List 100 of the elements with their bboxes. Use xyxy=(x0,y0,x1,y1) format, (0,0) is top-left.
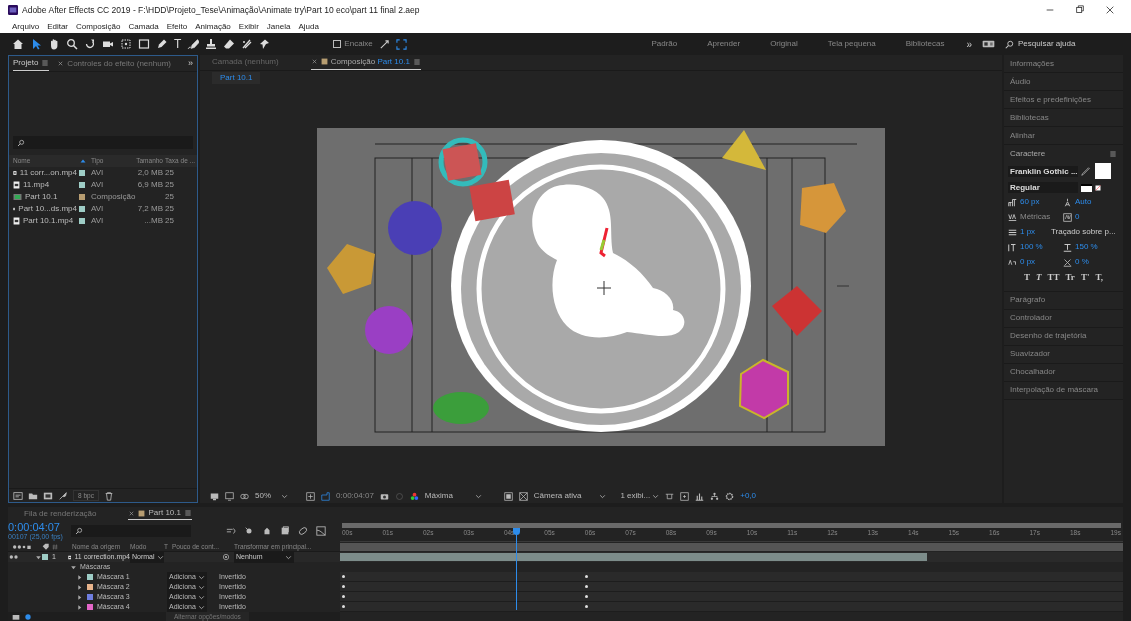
mask-color-swatch[interactable] xyxy=(87,594,93,600)
region-icon[interactable] xyxy=(321,491,330,501)
mask-color-swatch[interactable] xyxy=(87,584,93,590)
panel-tab[interactable]: Controles do efeito (nenhum) xyxy=(57,57,171,70)
workspace-tab[interactable]: Original xyxy=(758,38,810,50)
current-time-display[interactable]: 0:00:04:07 xyxy=(8,522,63,533)
grid-icon[interactable] xyxy=(306,491,315,501)
disclosure-triangle-icon[interactable] xyxy=(70,563,77,571)
close-icon[interactable] xyxy=(1105,5,1115,15)
flowchart-icon[interactable] xyxy=(58,490,68,501)
interpret-footage-icon[interactable] xyxy=(13,490,23,501)
menu-item[interactable]: Composição xyxy=(76,20,121,33)
panel-tab[interactable]: Part 10.1 xyxy=(128,507,192,520)
panel-header[interactable]: Caractere xyxy=(1010,148,1109,160)
playhead-handle[interactable] xyxy=(513,528,521,535)
file-name[interactable]: 11 corr...on.mp4 xyxy=(19,167,77,179)
file-name[interactable]: Part 10...ds.mp4 xyxy=(18,203,77,215)
workspace-layout-icon[interactable] xyxy=(982,39,995,49)
zoom-dropdown[interactable]: 50% xyxy=(255,490,300,502)
draft-3d-icon[interactable] xyxy=(244,526,254,536)
vertical-scale-field[interactable]: 100 % xyxy=(1020,241,1043,253)
menu-item[interactable]: Janela xyxy=(266,20,291,33)
mask-color-swatch[interactable] xyxy=(87,574,93,580)
tracking-field[interactable]: 0 xyxy=(1075,211,1080,223)
panel-tab[interactable]: Fila de renderização xyxy=(24,507,97,520)
menu-item[interactable]: Efeito xyxy=(166,20,188,33)
label-color-swatch[interactable] xyxy=(79,170,85,176)
fast-preview-icon[interactable] xyxy=(665,491,675,501)
font-size-field[interactable]: 60 px xyxy=(1020,196,1040,208)
panel-header[interactable]: Informações xyxy=(1004,55,1123,73)
rotate-icon[interactable] xyxy=(84,38,96,50)
region-of-interest-icon[interactable] xyxy=(503,491,513,501)
transparency-grid-icon[interactable] xyxy=(518,491,528,501)
restore-icon[interactable] xyxy=(1075,5,1085,15)
panel-header[interactable]: Parágrafo xyxy=(1004,291,1123,310)
workspace-tab[interactable]: Tela pequena xyxy=(815,38,888,50)
panel-header[interactable]: Bibliotecas xyxy=(1004,109,1123,127)
motion-blur-icon[interactable] xyxy=(298,526,308,536)
text-style-button[interactable]: Tr xyxy=(1065,271,1075,285)
panel-header[interactable]: Desenho de trajetória xyxy=(1004,327,1123,346)
pick-whip-icon[interactable] xyxy=(222,553,230,562)
menu-item[interactable]: Camada xyxy=(128,20,159,33)
timeline-icon[interactable] xyxy=(680,491,690,501)
horizontal-scale-field[interactable]: 150 % xyxy=(1075,241,1098,253)
eyedropper-icon[interactable] xyxy=(1081,166,1090,176)
panel-header[interactable]: Controlador xyxy=(1004,309,1123,328)
comp-icon[interactable] xyxy=(12,613,20,621)
keyframe-icon[interactable] xyxy=(585,575,588,578)
kerning-field[interactable]: Métricas xyxy=(1020,211,1051,223)
menu-item[interactable]: Animação xyxy=(195,20,231,33)
visibility-icon[interactable] xyxy=(8,553,20,562)
keyframe-icon[interactable] xyxy=(585,585,588,588)
text-style-button[interactable]: TT xyxy=(1047,271,1060,285)
current-time-display[interactable]: 0:00:04:07 xyxy=(336,490,374,502)
label-color-swatch[interactable] xyxy=(79,182,85,188)
text-style-button[interactable]: T' xyxy=(1080,271,1090,285)
text-style-button[interactable]: T xyxy=(1024,271,1030,285)
views-dropdown[interactable]: 1 exibi... xyxy=(620,490,660,502)
file-name[interactable]: Part 10.1 xyxy=(25,191,58,203)
file-name[interactable]: 11.mp4 xyxy=(23,179,50,191)
preview-icon[interactable] xyxy=(225,491,234,501)
fit-icon[interactable] xyxy=(395,38,407,50)
menu-item[interactable]: Editar xyxy=(47,20,69,33)
panel-header[interactable]: Interpolação de máscara xyxy=(1004,381,1123,400)
zoom-icon[interactable] xyxy=(66,38,78,50)
effects-icon[interactable] xyxy=(24,613,32,621)
shy-layers-icon[interactable] xyxy=(262,526,272,536)
comp-mini-flowchart-icon[interactable] xyxy=(226,526,236,536)
home-icon[interactable] xyxy=(12,38,24,50)
new-composition-icon[interactable] xyxy=(43,490,53,501)
panel-header[interactable]: Suavizador xyxy=(1004,345,1123,364)
snapshot-icon[interactable] xyxy=(379,491,389,501)
channels-icon[interactable] xyxy=(409,491,419,501)
help-search-field[interactable]: Pesquisar ajuda xyxy=(1018,38,1115,50)
more-workspaces-button[interactable]: » xyxy=(962,36,976,52)
panel-header[interactable]: Chocalhador xyxy=(1004,363,1123,382)
text-style-button[interactable]: T xyxy=(1036,271,1042,285)
graph-editor-icon[interactable] xyxy=(316,526,326,536)
stroke-type-dropdown[interactable]: Traçado sobre p... xyxy=(1051,226,1116,238)
panel-tab[interactable]: Composição Part 10.1 xyxy=(310,55,421,70)
stroke-color-swatch[interactable] xyxy=(1081,183,1092,192)
keyframe-icon[interactable] xyxy=(585,595,588,598)
text-tool-button[interactable]: T xyxy=(174,38,182,50)
eraser-icon[interactable] xyxy=(223,38,236,50)
keyframe-icon[interactable] xyxy=(342,585,345,588)
exposure-icon[interactable] xyxy=(725,491,735,501)
close-icon[interactable] xyxy=(128,509,136,517)
pen-icon[interactable] xyxy=(156,38,168,50)
panel-header[interactable]: Áudio xyxy=(1004,73,1123,91)
workspace-tab[interactable]: Padrão xyxy=(639,38,690,50)
breadcrumb-tab[interactable]: Part 10.1 xyxy=(212,72,261,84)
flowchart-icon[interactable] xyxy=(710,491,720,501)
keyframe-icon[interactable] xyxy=(342,575,345,578)
sort-arrow-icon[interactable] xyxy=(79,158,87,164)
layer-search-field[interactable] xyxy=(70,525,191,537)
menu-item[interactable]: Arquivo xyxy=(12,20,40,33)
resolution-dropdown[interactable]: Máxima xyxy=(424,490,498,502)
label-color-swatch[interactable] xyxy=(79,206,85,212)
label-color-swatch[interactable] xyxy=(42,554,48,561)
font-style-dropdown[interactable]: Regular xyxy=(1008,182,1078,193)
